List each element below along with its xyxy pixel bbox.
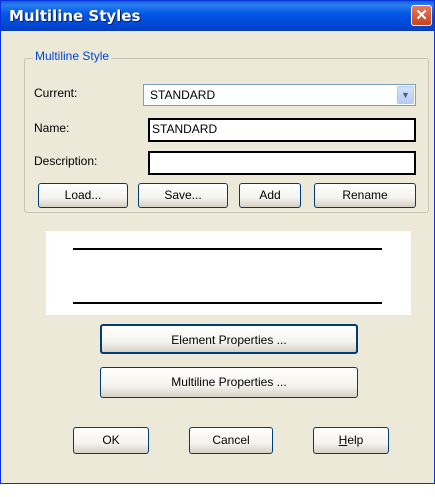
title-bar[interactable]: Multiline Styles ✕ [1, 1, 434, 31]
cancel-button-label: Cancel [212, 433, 250, 447]
description-label: Description: [34, 154, 98, 168]
multiline-styles-dialog: Multiline Styles ✕ Multiline Style Curre… [0, 0, 435, 484]
preview-line-bottom [73, 302, 382, 304]
multiline-properties-button[interactable]: Multiline Properties ... [100, 367, 358, 398]
ok-button-label: OK [102, 433, 120, 447]
ok-button[interactable]: OK [73, 427, 149, 454]
current-style-dropdown[interactable]: STANDARD ▼ [143, 84, 416, 106]
load-button-label: Load... [64, 188, 102, 202]
multiline-preview [46, 231, 411, 315]
load-button[interactable]: Load... [38, 183, 128, 208]
name-field[interactable]: STANDARD [148, 118, 416, 142]
help-label-rest: elp [347, 433, 364, 447]
help-button-label: Help [314, 428, 388, 453]
close-button[interactable]: ✕ [411, 5, 432, 26]
multiline-properties-label: Multiline Properties ... [171, 375, 287, 389]
description-field[interactable] [148, 151, 416, 175]
name-field-value: STANDARD [152, 122, 218, 136]
element-properties-label: Element Properties ... [171, 333, 287, 347]
chevron-down-icon[interactable]: ▼ [397, 86, 414, 104]
rename-button[interactable]: Rename [314, 183, 416, 208]
group-label: Multiline Style [33, 49, 112, 63]
dialog-title: Multiline Styles [9, 7, 141, 25]
current-label: Current: [34, 86, 78, 100]
help-button[interactable]: Help [313, 427, 389, 454]
close-icon: ✕ [415, 7, 428, 24]
current-style-value: STANDARD [150, 88, 216, 102]
preview-line-top [73, 248, 382, 250]
cancel-button[interactable]: Cancel [189, 427, 273, 454]
add-button-label: Add [259, 188, 281, 202]
rename-button-label: Rename [342, 188, 388, 202]
save-button-label: Save... [164, 188, 202, 202]
name-label: Name: [34, 121, 70, 135]
save-button[interactable]: Save... [138, 183, 228, 208]
element-properties-button[interactable]: Element Properties ... [100, 324, 358, 354]
add-button[interactable]: Add [239, 183, 301, 208]
